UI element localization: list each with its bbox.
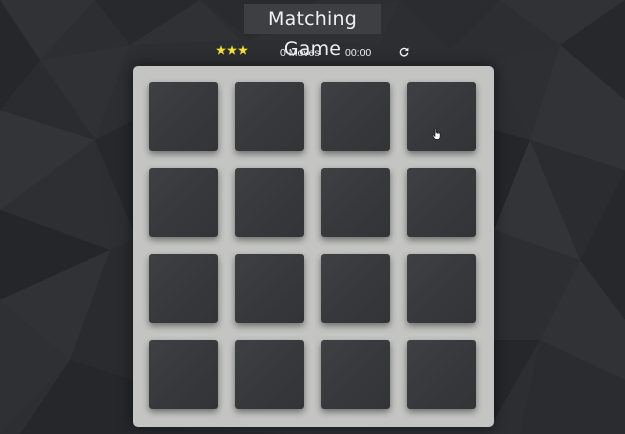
timer: 00:00 — [345, 47, 372, 59]
card[interactable] — [321, 168, 390, 237]
card[interactable] — [149, 254, 218, 323]
card[interactable] — [235, 82, 304, 151]
star-icon — [238, 45, 248, 55]
card[interactable] — [149, 168, 218, 237]
card[interactable] — [407, 168, 476, 237]
card[interactable] — [321, 254, 390, 323]
card[interactable] — [407, 340, 476, 409]
card[interactable] — [407, 254, 476, 323]
card[interactable] — [321, 340, 390, 409]
star-icon — [227, 45, 237, 55]
star-icon — [216, 45, 226, 55]
card[interactable] — [149, 340, 218, 409]
card[interactable] — [321, 82, 390, 151]
card-deck — [133, 66, 494, 427]
page-title: Matching Game — [244, 4, 381, 60]
card[interactable] — [235, 254, 304, 323]
card[interactable] — [235, 168, 304, 237]
moves-counter: 0 Moves — [280, 47, 320, 59]
card[interactable] — [235, 340, 304, 409]
score-panel: 0 Moves 00:00 — [0, 44, 625, 62]
star-rating — [216, 45, 248, 55]
card[interactable] — [149, 82, 218, 151]
restart-icon[interactable] — [399, 47, 409, 57]
card[interactable] — [407, 82, 476, 151]
